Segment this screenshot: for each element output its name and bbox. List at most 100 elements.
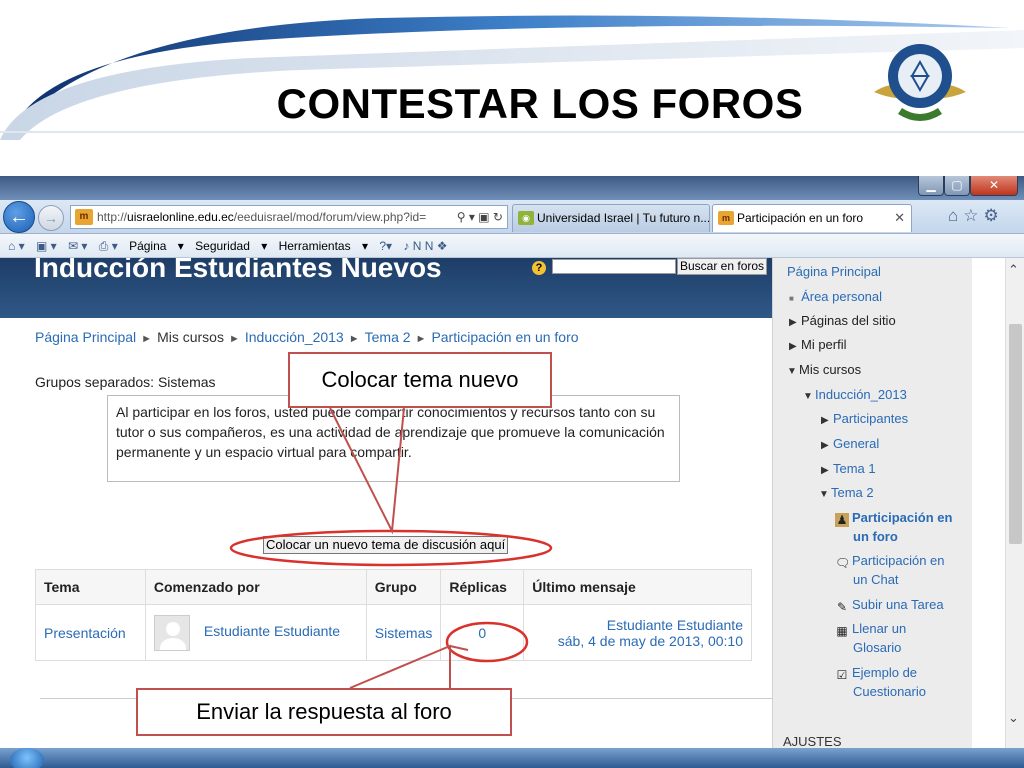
help-icon[interactable]: ? — [532, 261, 546, 275]
collapse-arrow-icon[interactable]: ▼ — [787, 366, 799, 377]
breadcrumb-separator-icon: ► — [141, 333, 153, 345]
address-prefix: http:// — [97, 210, 128, 224]
sidebar-item-task[interactable]: Subir una Tarea — [852, 597, 944, 612]
table-row: Presentación Estudiante Estudiante Siste… — [35, 604, 752, 661]
forward-arrow-icon[interactable]: → — [38, 205, 64, 231]
course-banner: Inducción Estudiantes Nuevos ? Buscar en… — [0, 258, 772, 318]
groups-label: Grupos separados: Sistemas — [35, 374, 216, 390]
sidebar-item-course[interactable]: Inducción_2013 — [815, 387, 907, 402]
forum-intro-text: Al participar en los foros, usted puede … — [107, 395, 680, 482]
sidebar-item-quiz-line2[interactable]: Cuestionario — [853, 684, 926, 699]
page-scrollbar[interactable]: ⌃ ⌄ — [1005, 258, 1024, 768]
address-tools-icons[interactable]: ⚲ ▾ ▣ ↻ — [452, 206, 503, 228]
expand-arrow-icon[interactable]: ▶ — [821, 465, 833, 476]
tools-menu[interactable]: Herramientas ▾ — [279, 239, 368, 253]
globe-icon: ◉ — [518, 211, 534, 225]
minimize-button[interactable]: ▁ — [918, 176, 944, 196]
breadcrumb-forum[interactable]: Participación en un foro — [431, 329, 578, 345]
forum-icon: ♟ — [835, 513, 849, 527]
column-header-replies[interactable]: Réplicas — [440, 569, 525, 605]
topic-link[interactable]: Presentación — [35, 604, 146, 661]
back-arrow-icon[interactable]: ← — [3, 201, 35, 233]
security-menu-label: Seguridad — [195, 239, 250, 253]
home-favorites-settings-icons[interactable]: ⌂☆⚙ — [948, 206, 1004, 226]
column-header-group[interactable]: Grupo — [365, 569, 442, 605]
glossary-icon: ▦ — [836, 624, 848, 638]
callout-send-reply: Enviar la respuesta al foro — [136, 688, 512, 736]
last-post-cell: Estudiante Estudiante sáb, 4 de may de 20… — [523, 604, 752, 661]
avatar[interactable] — [153, 614, 190, 651]
sidebar-item-chat-line1[interactable]: Participación en — [852, 553, 945, 568]
address-path: /eeduisrael/mod/forum/view.php?id= — [233, 210, 427, 224]
expand-arrow-icon[interactable]: ▶ — [821, 415, 833, 426]
callout-new-topic: Colocar tema nuevo — [288, 352, 552, 408]
maximize-button[interactable]: ▢ — [944, 176, 970, 196]
page-menu[interactable]: Página ▾ — [129, 239, 184, 253]
home-icon[interactable]: ⌂ ▾ — [8, 239, 25, 253]
breadcrumb-home[interactable]: Página Principal — [35, 329, 136, 345]
column-header-last-post[interactable]: Último mensaje — [523, 569, 752, 605]
breadcrumb-separator-icon: ► — [415, 333, 427, 345]
group-link[interactable]: Sistemas — [365, 604, 442, 661]
address-bar[interactable]: m http://uisraelonline.edu.ec/eeduisrael… — [70, 205, 508, 229]
author-link[interactable]: Estudiante Estudiante — [204, 623, 340, 639]
sidebar-item-my-profile[interactable]: Mi perfil — [801, 337, 847, 352]
scrollbar-thumb[interactable] — [1009, 324, 1022, 544]
last-post-date[interactable]: sáb, 4 de may de 2013, 00:10 — [532, 633, 743, 649]
security-menu[interactable]: Seguridad ▾ — [195, 239, 267, 253]
browser-window: ▁ ▢ ✕ ← → m http://uisraelonline.edu.ec/… — [0, 176, 1024, 768]
rss-feed-icon[interactable]: ▣ ▾ — [36, 239, 57, 253]
close-tab-icon[interactable]: ✕ — [894, 205, 905, 231]
expand-arrow-icon[interactable]: ▶ — [821, 440, 833, 451]
windows-taskbar — [0, 748, 1024, 768]
search-input[interactable] — [552, 259, 676, 274]
column-header-topic[interactable]: Tema — [35, 569, 146, 605]
table-header-row: Tema Comenzado por Grupo Réplicas Último… — [35, 569, 752, 605]
sidebar-item-site-pages[interactable]: Páginas del sitio — [801, 313, 896, 328]
site-favicon-icon: m — [75, 209, 93, 225]
last-post-author[interactable]: Estudiante Estudiante — [532, 617, 743, 633]
sidebar-item-glossary-line2[interactable]: Glosario — [853, 640, 901, 655]
addon-icons[interactable]: ♪ N N ❖ — [403, 239, 447, 253]
command-bar: ⌂ ▾ ▣ ▾ ✉ ▾ ⎙ ▾ Página ▾ Seguridad ▾ Her… — [0, 234, 1024, 258]
sidebar-item-personal-area[interactable]: Área personal — [801, 289, 882, 304]
assignment-icon: ✎ — [836, 600, 848, 614]
sidebar-item-quiz-line1[interactable]: Ejemplo de — [852, 665, 917, 680]
sidebar-item-chat-line2[interactable]: un Chat — [853, 572, 899, 587]
column-header-started-by[interactable]: Comenzado por — [144, 569, 367, 605]
settings-block-header: AJUSTES — [783, 734, 842, 749]
tab-participacion-foro[interactable]: m Participación en un foro ✕ — [712, 204, 912, 232]
help-icon[interactable]: ?▾ — [379, 239, 392, 253]
author-cell: Estudiante Estudiante — [144, 604, 367, 661]
sidebar-item-forum-line1[interactable]: Participación en — [852, 510, 952, 525]
sidebar-item-glossary-line1[interactable]: Llenar un — [852, 621, 906, 636]
scroll-down-arrow-icon[interactable]: ⌄ — [1008, 710, 1019, 726]
search-forums-button[interactable]: Buscar en foros — [677, 258, 768, 275]
breadcrumb-separator-icon: ► — [228, 333, 240, 345]
print-icon[interactable]: ⎙ ▾ — [99, 239, 118, 253]
navigation-bar: ← → m http://uisraelonline.edu.ec/eeduis… — [0, 200, 1024, 234]
sidebar-item-general[interactable]: General — [833, 436, 879, 451]
expand-arrow-icon[interactable]: ▶ — [789, 341, 801, 352]
sidebar-item-home[interactable]: Página Principal — [787, 264, 881, 279]
replies-link[interactable]: 0 — [440, 604, 525, 661]
scroll-up-arrow-icon[interactable]: ⌃ — [1008, 262, 1019, 278]
breadcrumb: Página Principal ► Mis cursos ► Inducción_20… — [35, 329, 579, 345]
mail-icon[interactable]: ✉ ▾ — [68, 239, 87, 253]
slide-title: CONTESTAR LOS FOROS — [276, 80, 804, 127]
chat-bubble-icon: 🗨 — [835, 556, 851, 570]
collapse-arrow-icon[interactable]: ▼ — [803, 391, 815, 402]
breadcrumb-topic[interactable]: Tema 2 — [365, 329, 411, 345]
expand-arrow-icon[interactable]: ▶ — [789, 317, 801, 328]
collapse-arrow-icon[interactable]: ▼ — [819, 489, 831, 500]
sidebar-item-topic-2[interactable]: Tema 2 — [831, 485, 874, 500]
start-button-icon[interactable] — [10, 748, 44, 768]
tab-universidad-israel[interactable]: ◉ Universidad Israel | Tu futuro n... — [512, 204, 710, 232]
breadcrumb-course[interactable]: Inducción_2013 — [245, 329, 344, 345]
sidebar-item-forum-line2[interactable]: un foro — [853, 529, 898, 544]
new-topic-button[interactable]: Colocar un nuevo tema de discusión aquí — [263, 536, 509, 554]
sidebar-item-participants[interactable]: Participantes — [833, 411, 908, 426]
sidebar-item-my-courses[interactable]: Mis cursos — [799, 362, 861, 377]
sidebar-item-topic-1[interactable]: Tema 1 — [833, 461, 876, 476]
close-window-button[interactable]: ✕ — [970, 176, 1018, 196]
